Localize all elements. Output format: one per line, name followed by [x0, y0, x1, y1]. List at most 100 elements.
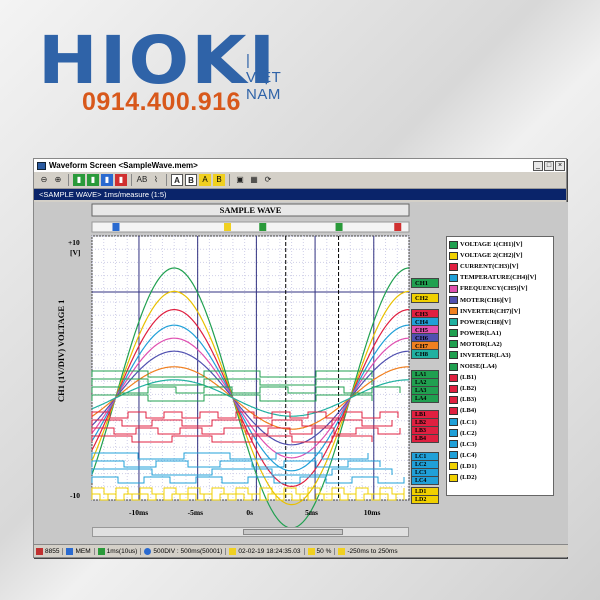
- logic-channel-tag[interactable]: LA4: [411, 394, 439, 403]
- brand-subtitle: | VIỆT NAM: [246, 52, 282, 103]
- legend-item[interactable]: (LC3): [449, 439, 551, 450]
- range-icon: [338, 547, 346, 555]
- plot-area: SAMPLE WAVE CH1 (1V/DIV) VOLTAGE 1 +10 […: [34, 202, 568, 544]
- status-shot-text: 500DIV : 500ms(50001): [153, 547, 223, 555]
- legend-label: (LC4): [460, 451, 477, 459]
- legend-item[interactable]: (LC2): [449, 428, 551, 439]
- legend-label: VOLTAGE 1(CH1)[V]: [460, 241, 523, 249]
- legend-panel[interactable]: VOLTAGE 1(CH1)[V] VOLTAGE 2(CH2)[V] CURREN…: [446, 236, 554, 496]
- legend-swatch: [449, 451, 458, 460]
- legend-item[interactable]: VOLTAGE 1(CH1)[V]: [449, 239, 551, 250]
- toolbar-separator: [166, 174, 167, 186]
- legend-label: MOTER(CH6)[V]: [460, 296, 511, 304]
- legend-item[interactable]: (LB2): [449, 383, 551, 394]
- y-axis-label: CH1 (1V/DIV) VOLTAGE 1: [56, 299, 66, 402]
- legend-item[interactable]: CURRENT(CH3)[V]: [449, 261, 551, 272]
- legend-item[interactable]: (LB3): [449, 394, 551, 405]
- title-bar[interactable]: Waveform Screen <SampleWave.mem> _ □ ×: [34, 159, 566, 172]
- legend-swatch: [449, 307, 458, 316]
- legend-swatch: [449, 362, 458, 371]
- legend-item[interactable]: MOTOR(LA2): [449, 339, 551, 350]
- maximize-button[interactable]: □: [544, 160, 554, 171]
- legend-item[interactable]: (LD2): [449, 472, 551, 483]
- zoom-in-icon[interactable]: ⊕: [52, 174, 64, 186]
- legend-label: MOTOR(LA2): [460, 340, 502, 348]
- status-trigger-text: 02-02-19 18:24:35.03: [238, 547, 301, 555]
- legend-item[interactable]: (LD1): [449, 461, 551, 472]
- legend-item[interactable]: FREQUENCY(CH5)[V]: [449, 283, 551, 294]
- legend-swatch: [449, 273, 458, 282]
- a-box-icon[interactable]: A: [171, 174, 183, 186]
- legend-item[interactable]: TEMPERATURE(CH4)[V]: [449, 272, 551, 283]
- x-tick-label: -5ms: [187, 508, 204, 517]
- legend-label: (LC3): [460, 440, 477, 448]
- channel-tag[interactable]: CH2: [411, 293, 439, 303]
- status-model-text: 8855: [45, 547, 60, 555]
- channel-tag[interactable]: CH8: [411, 349, 439, 359]
- status-shot: 500DIV : 500ms(50001): [144, 547, 227, 555]
- legend-item[interactable]: (LC4): [449, 450, 551, 461]
- y-bottom-tick: -10: [70, 491, 80, 500]
- legend-item[interactable]: (LB4): [449, 405, 551, 416]
- channel-a-icon[interactable]: ▮: [73, 174, 85, 186]
- horizontal-scrollbar[interactable]: [92, 527, 409, 537]
- legend-swatch: [449, 351, 458, 360]
- toolbar: ⊖ ⊕ ▮ ▮ ▮ ▮ AB ⌇ A B A B ▣ ▦ ⟳: [34, 172, 566, 189]
- grid-icon[interactable]: ▦: [248, 174, 260, 186]
- phone-number: 0914.400.916: [82, 88, 241, 116]
- b-marker-icon[interactable]: B: [213, 174, 225, 186]
- cursor-marker: [394, 223, 402, 231]
- ab-icon[interactable]: AB: [136, 174, 148, 186]
- minimize-button[interactable]: _: [533, 160, 543, 171]
- a-marker-icon[interactable]: A: [199, 174, 211, 186]
- toolbar-separator: [68, 174, 69, 186]
- legend-swatch: [449, 406, 458, 415]
- legend-label: NOISE(LA4): [460, 363, 497, 371]
- legend-label: (LD1): [460, 462, 477, 470]
- cursor-marker-bar: [91, 221, 410, 233]
- legend-swatch: [449, 429, 458, 438]
- legend-item[interactable]: (LC1): [449, 417, 551, 428]
- legend-item[interactable]: (LB1): [449, 372, 551, 383]
- legend-item[interactable]: POWER(CH8)[V]: [449, 317, 551, 328]
- legend-swatch: [449, 373, 458, 382]
- legend-swatch: [449, 384, 458, 393]
- b-box-icon[interactable]: B: [185, 174, 197, 186]
- logic-channel-tag[interactable]: LB4: [411, 434, 439, 443]
- legend-label: TEMPERATURE(CH4)[V]: [460, 274, 537, 282]
- legend-swatch: [449, 284, 458, 293]
- scroll-thumb[interactable]: [243, 529, 343, 535]
- status-timebase-text: 1ms(10us): [106, 547, 138, 555]
- legend-item[interactable]: INVERTER(CH7)[V]: [449, 306, 551, 317]
- legend-swatch: [449, 318, 458, 327]
- settings-icon[interactable]: ▣: [234, 174, 246, 186]
- legend-item[interactable]: VOLTAGE 2(CH2)[V]: [449, 250, 551, 261]
- logic-channel-tag[interactable]: LC4: [411, 476, 439, 485]
- legend-item[interactable]: MOTER(CH6)[V]: [449, 294, 551, 305]
- channel-tag[interactable]: CH1: [411, 278, 439, 288]
- cursor-r-icon[interactable]: ▮: [115, 174, 127, 186]
- device-icon: [36, 547, 43, 555]
- clock-icon: [144, 547, 152, 555]
- trace-icon[interactable]: ⌇: [150, 174, 162, 186]
- trigger-icon: [229, 547, 237, 555]
- legend-item[interactable]: POWER(LA1): [449, 328, 551, 339]
- app-icon: [37, 161, 46, 170]
- logic-channel-tag[interactable]: LD2: [411, 495, 439, 504]
- status-model: 8855: [36, 547, 64, 555]
- cursor-b-icon[interactable]: ▮: [101, 174, 113, 186]
- legend-label: (LB4): [460, 407, 477, 415]
- timebase-icon: [97, 547, 105, 555]
- brand-logo: HIOKI | VIỆT NAM: [38, 28, 281, 104]
- wave-subtitle: <SAMPLE WAVE> 1ms/measure (1:5): [34, 189, 566, 200]
- cursor-marker: [112, 223, 120, 231]
- legend-swatch: [449, 296, 458, 305]
- refresh-icon[interactable]: ⟳: [262, 174, 274, 186]
- channel-b-icon[interactable]: ▮: [87, 174, 99, 186]
- zoom-out-icon[interactable]: ⊖: [38, 174, 50, 186]
- legend-label: (LB1): [460, 374, 477, 382]
- cursor-marker: [335, 223, 343, 231]
- legend-item[interactable]: INVERTER(LA3): [449, 350, 551, 361]
- legend-item[interactable]: NOISE(LA4): [449, 361, 551, 372]
- close-button[interactable]: ×: [555, 160, 565, 171]
